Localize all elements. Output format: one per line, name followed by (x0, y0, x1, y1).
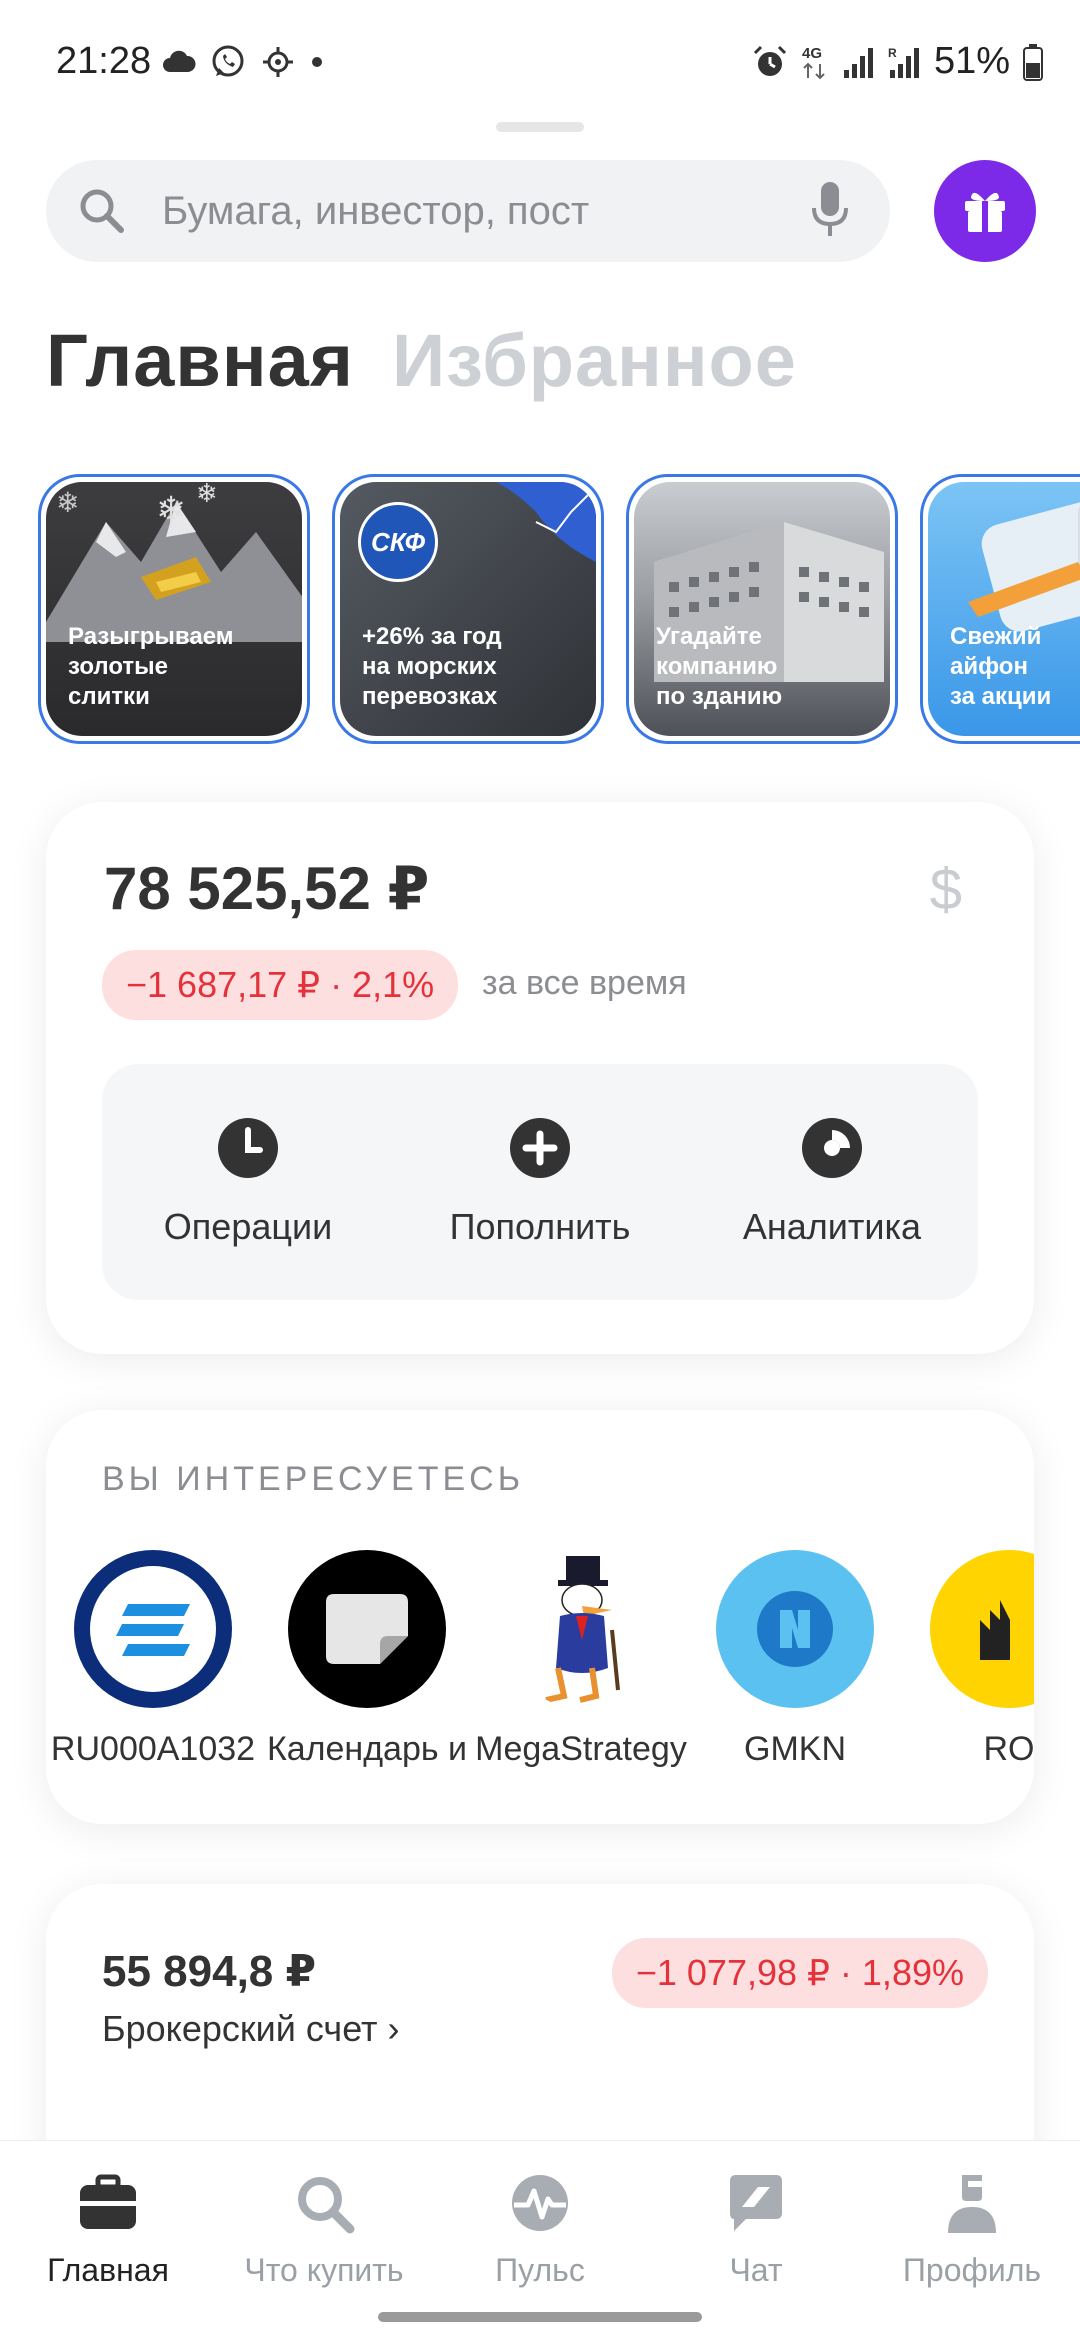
top-up-label: Пополнить (449, 1206, 631, 1247)
svg-text:4G: 4G (802, 45, 822, 62)
nav-home[interactable]: Главная (0, 2171, 216, 2289)
sheet-drag-handle[interactable] (496, 122, 584, 132)
bottom-navigation: Главная Что купить Пульс Чат Профиль (0, 2140, 1080, 2340)
interest-item[interactable]: GMKN (688, 1550, 902, 1769)
signal-icon: R (888, 46, 919, 78)
interest-item[interactable]: MegaStrategy (474, 1550, 688, 1769)
story-text: Разыгрываем золотые слитки (68, 623, 234, 710)
profile-icon (948, 2175, 996, 2233)
search-input[interactable] (162, 160, 782, 262)
microphone-icon[interactable] (810, 180, 850, 242)
nav-label: Чат (729, 2252, 783, 2288)
status-left-icons (162, 44, 324, 80)
main-tabs: Главная Избранное (46, 318, 797, 403)
clock-icon (218, 1118, 278, 1178)
nav-label: Пульс (495, 2252, 585, 2288)
broker-account-link[interactable]: Брокерский счет › (102, 2008, 400, 2050)
home-indicator[interactable] (378, 2312, 702, 2322)
search-icon (298, 2177, 355, 2234)
interest-name: GMKN (744, 1730, 846, 1768)
interest-name: MegaStrategy (475, 1730, 687, 1768)
svg-text:❄: ❄ (196, 482, 218, 509)
top-up-button[interactable]: Пополнить (394, 1064, 686, 1300)
story-skf[interactable]: СКФ +26% за год на морских перевозках (332, 474, 604, 744)
calendar-logo (288, 1550, 446, 1708)
portfolio-total: 78 525,52 ₽ (104, 855, 430, 922)
alarm-icon (753, 45, 786, 76)
tab-favorites[interactable]: Избранное (392, 318, 797, 403)
analytics-label: Аналитика (742, 1206, 922, 1247)
nav-label: Что купить (244, 2252, 404, 2288)
broker-amount: 55 894,8 ₽ (102, 1947, 317, 1996)
briefcase-icon (80, 2174, 136, 2229)
tab-home[interactable]: Главная (46, 318, 354, 403)
page-curl-illustration (496, 482, 596, 562)
search-icon (80, 189, 124, 233)
interest-name: Календарь и (266, 1730, 468, 1768)
currency-switch-button[interactable]: $ (930, 856, 962, 923)
status-bar: 21:28 4G R 51% (0, 0, 1080, 130)
nav-profile[interactable]: Профиль (864, 2171, 1080, 2289)
interest-name: RO (983, 1730, 1035, 1768)
operations-button[interactable]: Операции (102, 1064, 394, 1300)
gift-button[interactable] (934, 160, 1036, 262)
gift-icon (965, 192, 1005, 232)
battery-percent: 51% (933, 40, 1010, 82)
svg-text:❄: ❄ (156, 490, 186, 531)
portfolio-period[interactable]: за все время (482, 964, 687, 1003)
portfolio-actions: Операции Пополнить Аналитика (102, 1064, 978, 1300)
interest-item[interactable]: RO (902, 1550, 1034, 1769)
dot-icon (312, 57, 322, 67)
whatsapp-icon (212, 45, 244, 77)
analytics-button[interactable]: Аналитика (686, 1064, 978, 1300)
story-guess-building[interactable]: Угадайте компанию по зданию (626, 474, 898, 744)
story-text: Угадайте компанию по зданию (656, 623, 783, 710)
story-gold-bars[interactable]: ❄ ❄ ❄ Разыгрываем золотые слитки (38, 474, 310, 744)
ro-logo (930, 1550, 1034, 1708)
nav-pulse[interactable]: Пульс (432, 2171, 648, 2289)
bond-logo (74, 1550, 232, 1708)
interests-list: RU000A1032 Календарь и MegaStrategy GMKN… (46, 1550, 1034, 1790)
nav-label: Главная (47, 2252, 169, 2288)
donut-chart-icon (802, 1118, 862, 1178)
plus-icon (510, 1118, 570, 1178)
status-time: 21:28 (56, 40, 152, 82)
stories-carousel: ❄ ❄ ❄ Разыгрываем золотые слитки СКФ +26… (38, 474, 1080, 744)
battery-icon (1023, 43, 1043, 81)
search-bar[interactable] (46, 160, 890, 262)
svg-text:R: R (888, 46, 897, 60)
interests-title: ВЫ ИНТЕРЕСУЕТЕСЬ (102, 1460, 525, 1498)
status-right-icons: 4G R 51% (752, 40, 1044, 83)
operations-label: Операции (163, 1206, 333, 1247)
broker-change-badge: −1 077,98 ₽ · 1,89% (611, 1938, 988, 2008)
network-4g-icon: 4G (802, 45, 825, 79)
portfolio-change-badge: −1 687,17 ₽ · 2,1% (102, 950, 459, 1020)
signal-icon (843, 47, 873, 78)
gmkn-logo (716, 1550, 874, 1708)
cloud-icon (163, 50, 196, 72)
story-text: +26% за год на морских перевозках (362, 623, 502, 710)
story-text: Свежий айфон за акции (950, 623, 1052, 710)
portfolio-card[interactable]: 78 525,52 ₽ $ −1 687,17 ₽ · 2,1% за все … (46, 802, 1034, 1354)
interest-item[interactable]: Календарь и (260, 1550, 474, 1769)
story-iphone[interactable]: Свежий айфон за акции (920, 474, 1080, 744)
nav-what-to-buy[interactable]: Что купить (216, 2171, 432, 2289)
settings-icon (263, 47, 293, 77)
iphone-illustration (968, 482, 1080, 632)
skf-logo: СКФ (358, 502, 438, 582)
interest-item[interactable]: RU000A1032 (46, 1550, 260, 1769)
svg-text:❄: ❄ (56, 486, 79, 519)
nav-label: Профиль (902, 2252, 1042, 2288)
nav-chat[interactable]: Чат (648, 2171, 864, 2289)
pulse-icon (512, 2175, 568, 2231)
mountains-illustration: ❄ ❄ ❄ (46, 482, 302, 642)
interests-card: ВЫ ИНТЕРЕСУЕТЕСЬ RU000A1032 Календарь и (46, 1410, 1034, 1824)
chat-icon (730, 2175, 782, 2231)
interest-name: RU000A1032 (50, 1730, 256, 1768)
scrooge-avatar (502, 1550, 660, 1708)
